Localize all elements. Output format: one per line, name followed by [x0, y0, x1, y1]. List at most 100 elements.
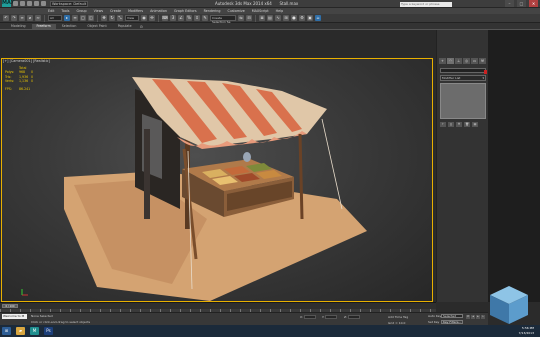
unlink-icon[interactable]: ⌀ — [27, 15, 33, 21]
reference-coordinate-dropdown[interactable]: View — [125, 15, 139, 21]
named-selection-sets-dropdown[interactable]: Create Selection Se — [210, 15, 236, 24]
menu-group[interactable]: Group — [77, 9, 87, 13]
show-end-result-icon[interactable]: ‖ — [448, 122, 454, 127]
material-editor-icon[interactable]: ● — [291, 15, 297, 21]
close-button[interactable]: ✕ — [529, 0, 538, 7]
mirror-icon[interactable]: ⇋ — [238, 15, 244, 21]
new-file-icon[interactable] — [13, 1, 18, 6]
y-coordinate-input[interactable] — [325, 315, 338, 319]
pivot-point-icon[interactable]: ◉ — [141, 15, 147, 21]
menu-tools[interactable]: Tools — [61, 9, 69, 13]
object-color-swatch[interactable] — [484, 70, 487, 74]
3ds-max-taskbar-icon[interactable]: M — [30, 327, 39, 335]
photoshop-taskbar-icon[interactable]: Ps — [44, 327, 53, 335]
remove-modifier-icon[interactable]: 🗑 — [464, 122, 470, 127]
search-input[interactable]: Type a keyword or phrase — [400, 1, 452, 7]
spinner-snap-icon[interactable]: ⇕ — [194, 15, 200, 21]
object-name-field[interactable] — [440, 68, 486, 73]
angle-snap-icon[interactable]: ∠ — [178, 15, 184, 21]
configure-sets-icon[interactable]: ▤ — [472, 122, 478, 127]
menu-help[interactable]: Help — [276, 9, 284, 13]
menu-customize[interactable]: Customize — [227, 9, 244, 13]
file-explorer-icon[interactable]: ▰ — [16, 327, 25, 335]
menu-views[interactable]: Views — [94, 9, 104, 13]
redo-icon[interactable]: ↷ — [11, 15, 17, 21]
pin-stack-icon[interactable]: ⊢ — [440, 122, 446, 127]
percent-snap-icon[interactable]: % — [186, 15, 192, 21]
menu-maxscript[interactable]: MAXScript — [252, 9, 269, 13]
menu-animation[interactable]: Animation — [150, 9, 167, 13]
graphite-ribbon-icon[interactable]: ▤ — [267, 15, 273, 21]
tab-populate[interactable]: Populate — [113, 24, 137, 29]
play-icon[interactable]: ▸ — [476, 315, 480, 319]
z-coordinate-input[interactable] — [348, 315, 361, 319]
tab-modeling[interactable]: Modeling — [6, 24, 31, 29]
edit-named-selection-icon[interactable]: ✎ — [202, 15, 208, 21]
modify-tab-icon[interactable]: ◠ — [447, 58, 454, 64]
undo-icon[interactable]: ↶ — [3, 15, 9, 21]
render-production-icon[interactable]: ☕ — [315, 15, 321, 21]
select-manipulate-icon[interactable]: ✣ — [149, 15, 155, 21]
desktop-background — [488, 30, 540, 302]
rendered-frame-window-icon[interactable]: ▣ — [307, 15, 313, 21]
move-icon[interactable]: ✥ — [101, 15, 107, 21]
undo-icon[interactable] — [34, 1, 39, 6]
add-time-tag-button[interactable]: Add Time Tag — [388, 315, 408, 319]
layer-manager-icon[interactable]: ≣ — [259, 15, 265, 21]
save-file-icon[interactable] — [27, 1, 32, 6]
utilities-tab-icon[interactable]: ⚒ — [479, 58, 486, 64]
display-tab-icon[interactable]: ▭ — [471, 58, 478, 64]
key-set-dropdown[interactable]: Selected — [441, 314, 463, 318]
system-clock[interactable]: 5:56 PM 7/13/2013 — [519, 326, 534, 335]
workspace-dropdown[interactable]: Workspace: Default — [50, 0, 88, 7]
window-title: Autodesk 3ds Max 2014 x64 Stall.max — [215, 1, 298, 6]
motion-tab-icon[interactable]: ◎ — [463, 58, 470, 64]
menu-edit[interactable]: Edit — [48, 9, 54, 13]
link-icon[interactable]: ∞ — [19, 15, 25, 21]
ribbon-toggle-icon[interactable]: ⊙ — [138, 24, 145, 29]
render-setup-icon[interactable]: ⚙ — [299, 15, 305, 21]
menu-create[interactable]: Create — [110, 9, 121, 13]
tab-object-paint[interactable]: Object Paint — [82, 24, 111, 29]
camera-viewport[interactable]: [+] [Camera001] [Realistic] Total Polys:… — [1, 58, 433, 302]
viewport-label[interactable]: [+] [Camera001] [Realistic] — [3, 59, 50, 63]
app-logo-icon[interactable]: MAX — [2, 0, 15, 7]
curve-editor-icon[interactable]: ∿ — [275, 15, 281, 21]
tab-freeform[interactable]: Freeform — [31, 24, 56, 29]
maxscript-listener[interactable]: Welcome to M — [2, 314, 27, 319]
maximize-button[interactable]: □ — [517, 0, 526, 7]
align-icon[interactable]: ⊟ — [246, 15, 252, 21]
minimize-button[interactable]: – — [505, 0, 514, 7]
make-unique-icon[interactable]: ∀ — [456, 122, 462, 127]
previous-frame-icon[interactable]: ◂ — [471, 315, 475, 319]
rectangle-selection-icon[interactable]: □ — [80, 15, 86, 21]
redo-icon[interactable] — [41, 1, 46, 6]
schematic-view-icon[interactable]: ⊞ — [283, 15, 289, 21]
hierarchy-tab-icon[interactable]: ⊥ — [455, 58, 462, 64]
scale-icon[interactable]: ⤡ — [117, 15, 123, 21]
snaps-toggle-icon[interactable]: 3 — [170, 15, 176, 21]
tab-selection[interactable]: Selection — [57, 24, 82, 29]
go-to-start-icon[interactable]: ⏮ — [466, 315, 470, 319]
selection-filter-dropdown[interactable]: All — [48, 15, 62, 21]
select-by-name-icon[interactable]: ≡ — [72, 15, 78, 21]
start-button-icon[interactable]: ⊞ — [2, 327, 11, 335]
modifier-stack[interactable] — [440, 83, 486, 119]
create-tab-icon[interactable]: + — [439, 58, 446, 64]
menu-modifiers[interactable]: Modifiers — [128, 9, 143, 13]
window-crossing-icon[interactable]: ◫ — [88, 15, 94, 21]
rotate-icon[interactable]: ↻ — [109, 15, 115, 21]
bind-space-warp-icon[interactable]: ≈ — [35, 15, 41, 21]
menu-graph-editors[interactable]: Graph Editors — [174, 9, 197, 13]
keyboard-shortcut-icon[interactable]: ⌨ — [162, 15, 168, 21]
next-frame-icon[interactable]: ▹ — [481, 315, 485, 319]
auto-key-button[interactable]: Auto Key — [428, 314, 441, 318]
menu-rendering[interactable]: Rendering — [204, 9, 221, 13]
x-coordinate-input[interactable] — [304, 315, 317, 319]
open-file-icon[interactable] — [20, 1, 25, 6]
select-object-icon[interactable]: ▸ — [64, 15, 70, 21]
time-slider[interactable]: 0 / 100 — [2, 304, 18, 308]
key-filters-button[interactable]: Key Filters... — [441, 320, 463, 324]
modifier-list-dropdown[interactable]: Modifier List — [440, 75, 486, 81]
set-key-button[interactable]: Set Key — [428, 320, 439, 324]
